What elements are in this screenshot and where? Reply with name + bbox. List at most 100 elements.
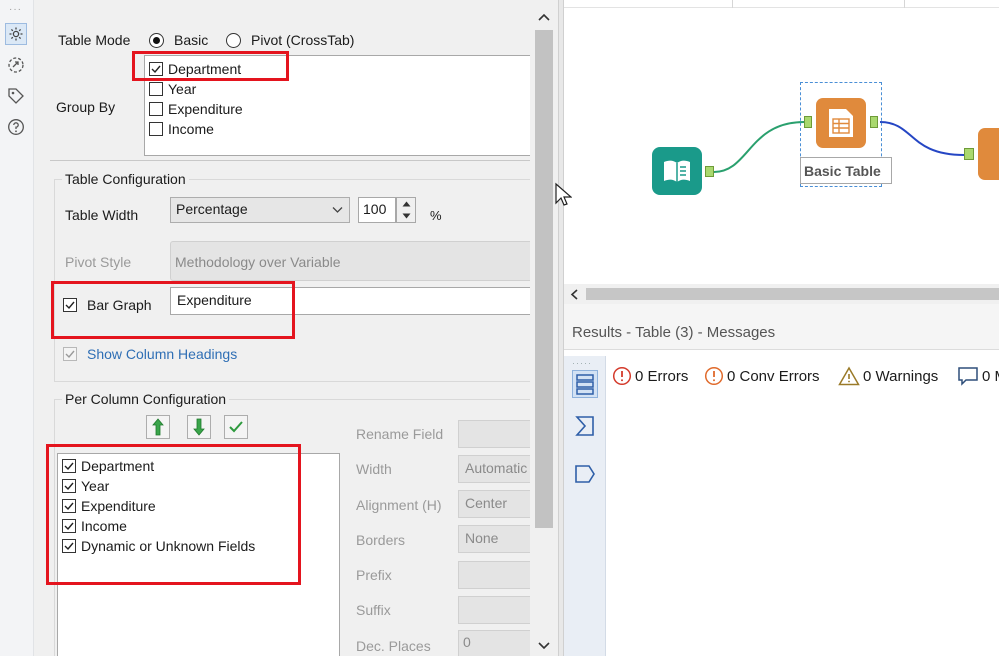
results-title: Results - Table (3) - Messages	[572, 324, 776, 341]
column-item[interactable]: Year	[62, 476, 109, 496]
group-by-item[interactable]: Income	[149, 119, 214, 139]
book-icon	[664, 160, 690, 182]
scroll-left-icon[interactable]	[570, 289, 578, 300]
checkbox[interactable]	[62, 499, 76, 513]
scroll-down-icon[interactable]	[538, 642, 550, 650]
basic-radio[interactable]	[149, 33, 164, 48]
scrollbar-thumb[interactable]	[586, 288, 999, 300]
column-item[interactable]: Dynamic or Unknown Fields	[62, 536, 255, 556]
suffix-label: Suffix	[356, 602, 391, 618]
conv-errors-status[interactable]: 0 Conv Errors	[704, 366, 820, 386]
arrow-down-icon	[193, 418, 205, 436]
basic-table-tool[interactable]	[816, 98, 866, 148]
scroll-up-icon[interactable]	[538, 13, 550, 21]
bar-graph-field-value: Expenditure	[177, 292, 252, 308]
group-by-item-label: Income	[168, 121, 214, 137]
canvas-horizontal-scrollbar[interactable]	[564, 284, 999, 304]
pivot-radio-label[interactable]: Pivot (CrossTab)	[251, 32, 354, 48]
pivot-style-dropdown: Methodology over Variable	[170, 241, 558, 281]
connection-lines	[713, 121, 965, 173]
column-item-label: Expenditure	[81, 498, 156, 514]
dec-places-label: Dec. Places	[356, 638, 431, 654]
checkbox[interactable]	[149, 82, 163, 96]
table-width-value: 100	[363, 201, 387, 217]
width-label: Width	[356, 461, 392, 477]
column-item[interactable]: Income	[62, 516, 127, 536]
errors-status[interactable]: 0 Errors	[612, 366, 688, 386]
column-item-label: Year	[81, 478, 110, 494]
select-all-button[interactable]	[224, 415, 248, 439]
bar-graph-checkbox[interactable]	[63, 298, 77, 312]
show-column-headings-label[interactable]: Show Column Headings	[87, 346, 237, 362]
configuration-panel: Table Mode Basic Pivot (CrossTab) Group …	[34, 0, 558, 656]
rail-grip[interactable]: ·····	[572, 358, 592, 368]
conv-errors-count: 0 Conv Errors	[727, 367, 820, 385]
checkbox[interactable]	[62, 519, 76, 533]
bar-graph-label[interactable]: Bar Graph	[87, 297, 152, 313]
summary-sigma-icon[interactable]	[572, 412, 598, 440]
rail-grip[interactable]: ···	[9, 4, 22, 15]
column-item[interactable]: Expenditure	[62, 496, 156, 516]
scrollbar-thumb[interactable]	[535, 30, 553, 528]
help-icon[interactable]	[5, 116, 27, 138]
warnings-status[interactable]: 0 Warnings	[838, 366, 938, 386]
tag-view-icon[interactable]	[572, 460, 598, 488]
table-icon	[829, 109, 853, 137]
messages-view-icon[interactable]	[572, 370, 598, 398]
chevron-down-icon	[332, 207, 343, 213]
column-list[interactable]: Department Year Expenditure Income Dynam…	[57, 453, 340, 656]
table-width-mode-dropdown[interactable]: Percentage	[170, 197, 350, 223]
table-width-spinner[interactable]	[396, 197, 416, 223]
checkbox[interactable]	[62, 539, 76, 553]
borders-label: Borders	[356, 532, 406, 548]
input-anchor[interactable]	[964, 148, 974, 160]
table-width-label: Table Width	[65, 207, 139, 223]
group-by-item[interactable]: Year	[149, 79, 196, 99]
table-configuration-title: Table Configuration	[62, 171, 189, 187]
config-scrollbar[interactable]	[530, 0, 558, 656]
tool-config-rail: ···	[0, 0, 34, 656]
column-item[interactable]: Department	[62, 456, 154, 476]
alignment-value: Center	[465, 495, 508, 511]
input-anchor[interactable]	[804, 116, 812, 128]
move-up-button[interactable]	[146, 415, 170, 439]
group-by-list[interactable]: Department Year Expenditure Income	[144, 55, 558, 156]
conversion-error-icon	[704, 366, 724, 386]
render-tool[interactable]	[978, 128, 999, 180]
group-by-item[interactable]: Department	[149, 59, 241, 79]
move-down-button[interactable]	[187, 415, 211, 439]
error-icon	[612, 366, 632, 386]
pivot-radio[interactable]	[226, 33, 241, 48]
per-column-configuration-title: Per Column Configuration	[62, 391, 230, 407]
output-anchor[interactable]	[705, 166, 714, 177]
gear-icon[interactable]	[5, 23, 27, 45]
connection-progress-icon[interactable]	[5, 54, 27, 76]
checkbox[interactable]	[149, 102, 163, 116]
group-by-item-label: Year	[168, 81, 197, 97]
message-icon	[958, 367, 978, 386]
checkbox[interactable]	[149, 62, 163, 76]
spin-down-icon[interactable]	[402, 213, 411, 219]
output-anchor[interactable]	[870, 116, 878, 128]
checkbox[interactable]	[62, 479, 76, 493]
column-item-label: Department	[81, 458, 155, 474]
tool-annotation: Basic Table	[800, 157, 892, 184]
tag-icon[interactable]	[5, 85, 27, 107]
warnings-count: 0 Warnings	[863, 367, 939, 385]
warning-icon	[838, 366, 860, 386]
group-by-item[interactable]: Expenditure	[149, 99, 243, 119]
messages-status[interactable]: 0 M	[957, 366, 999, 386]
bar-graph-field-input[interactable]: Expenditure	[170, 287, 558, 315]
table-width-value-input[interactable]: 100	[358, 197, 396, 223]
checkbox[interactable]	[62, 459, 76, 473]
alignment-label: Alignment (H)	[356, 497, 442, 513]
basic-radio-label[interactable]: Basic	[174, 32, 208, 48]
show-column-headings-checkbox[interactable]	[63, 347, 77, 361]
mouse-cursor-icon	[555, 182, 572, 206]
checkbox[interactable]	[149, 122, 163, 136]
workflow-canvas[interactable]: Basic Table	[555, 0, 999, 284]
prefix-label: Prefix	[356, 567, 392, 583]
section-divider	[50, 160, 558, 161]
input-data-tool[interactable]	[652, 147, 702, 195]
spin-up-icon[interactable]	[402, 201, 411, 207]
